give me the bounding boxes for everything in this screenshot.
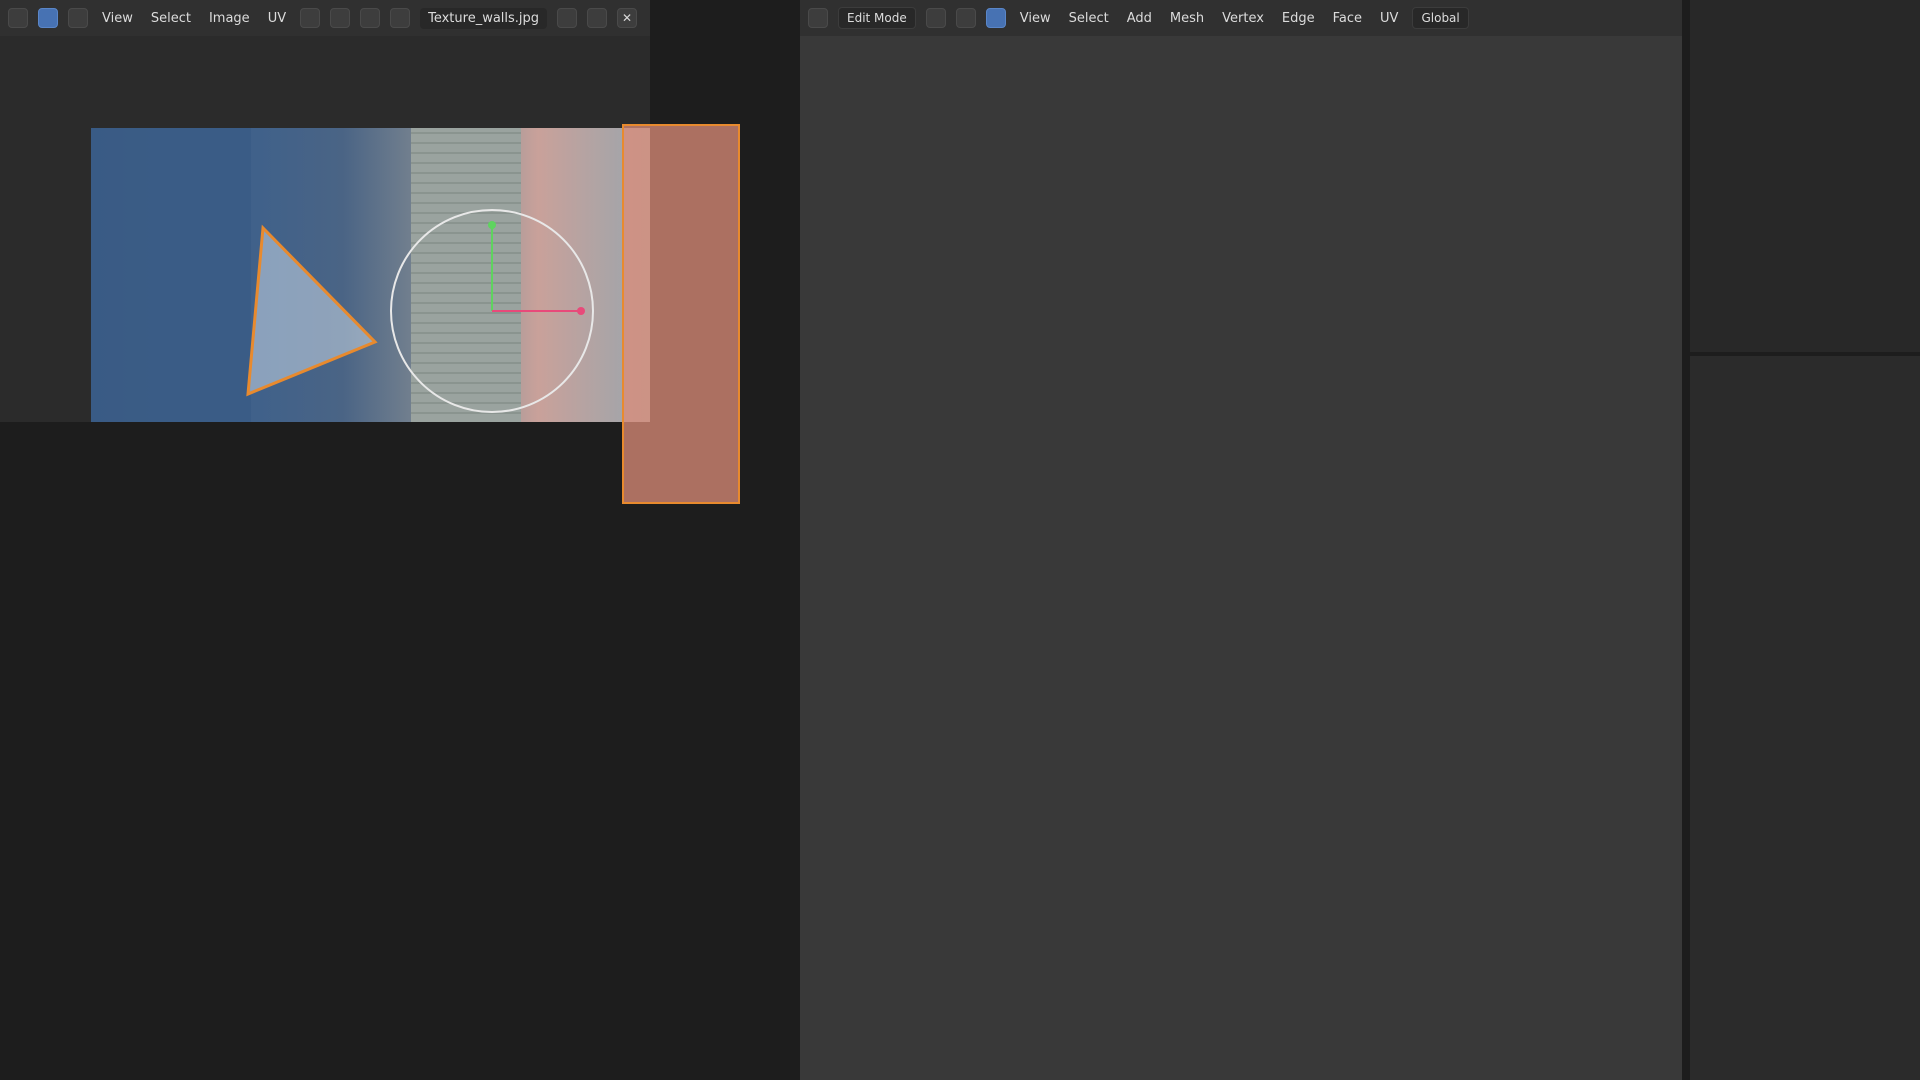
vp-menu-mesh[interactable]: Mesh (1166, 9, 1208, 28)
properties-editor (1690, 356, 1920, 1080)
viewport[interactable]: Edit Mode View Select Add Mesh Vertex Ed… (800, 0, 1682, 1080)
outliner (1690, 0, 1920, 352)
uv-overlay (246, 209, 594, 413)
viewport-header: Edit Mode View Select Add Mesh Vertex Ed… (800, 0, 1682, 36)
vp-menu-vertex[interactable]: Vertex (1218, 9, 1268, 28)
vp-menu-edge[interactable]: Edge (1278, 9, 1319, 28)
vertex-select-icon[interactable] (925, 8, 946, 28)
edge-select-icon[interactable] (955, 8, 976, 28)
node-editor (0, 520, 800, 1080)
vp-menu-view[interactable]: View (1016, 9, 1055, 28)
face-select-icon[interactable] (985, 8, 1006, 28)
transform-orientation-dropdown[interactable]: Global (1412, 7, 1469, 29)
vp-menu-face[interactable]: Face (1329, 9, 1366, 28)
editor-type-icon[interactable] (808, 8, 828, 28)
mode-dropdown[interactable]: Edit Mode (838, 7, 916, 29)
uv-editor: View Select Image UV Texture_walls.jpg ✕ (0, 0, 740, 504)
uv-triangle-island (246, 224, 378, 397)
vp-menu-select[interactable]: Select (1065, 9, 1113, 28)
vp-menu-add[interactable]: Add (1123, 9, 1156, 28)
vp-menu-uv[interactable]: UV (1376, 9, 1402, 28)
